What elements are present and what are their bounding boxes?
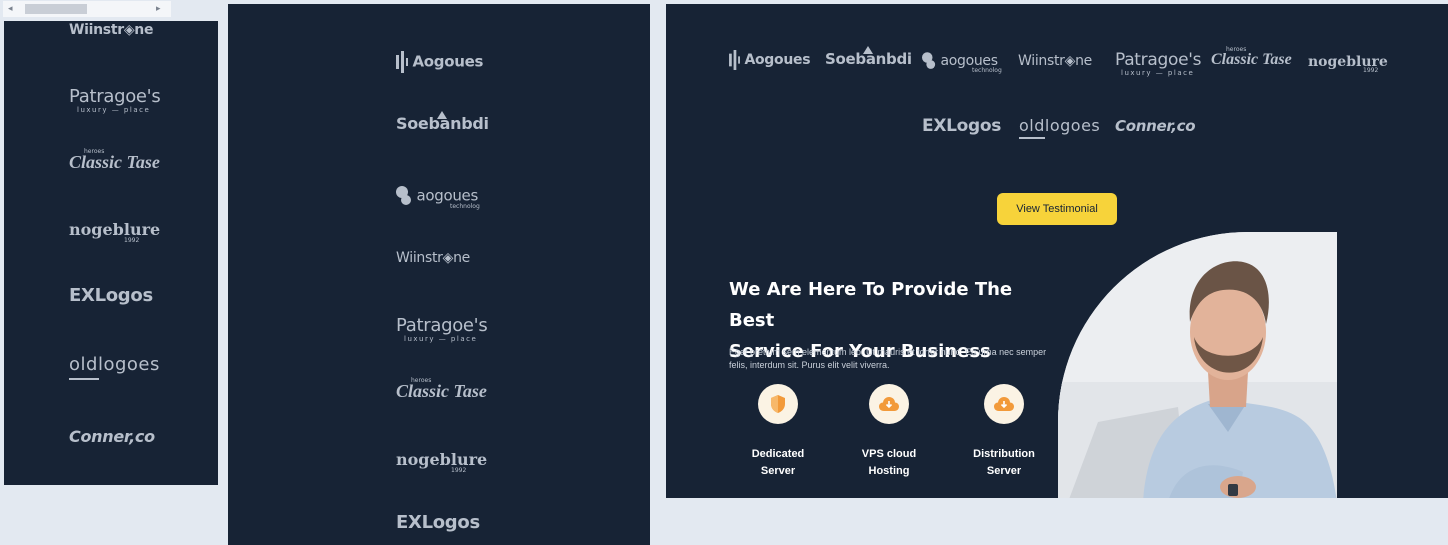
feature-vps-cloud-hosting: VPS cloud Hosting: [844, 384, 934, 480]
logo-column-medium: Aogoues Soebanbdi aogoues technolog Wiin…: [228, 4, 650, 545]
logo-oldlogoes: oldlogoes: [69, 356, 160, 380]
view-testimonial-button[interactable]: View Testimonial: [997, 193, 1117, 225]
logo-exlogos: EXLogos: [69, 285, 153, 306]
logo-aogoues-technolog: aogoues technolog: [396, 186, 480, 210]
logo-column-narrow: Wiinstr◈ne Patragoe's luxury — place her…: [4, 21, 218, 485]
scrollbar-thumb[interactable]: [25, 4, 87, 14]
bars-icon: [396, 51, 408, 73]
logo-exlogos: EXLogos: [396, 512, 480, 533]
logo-soebanbdi: Soebanbdi: [396, 111, 489, 133]
hero-photo: [1058, 232, 1337, 498]
logo-wiinstrone: Wiinstr◈ne: [396, 250, 470, 266]
cloud-download-icon: [869, 384, 909, 424]
logo-oldlogoes: oldlogoes: [1019, 118, 1100, 139]
logo-patragoes: Patragoe's luxury — place: [396, 315, 488, 343]
horizontal-scrollbar[interactable]: ◂ ▸: [3, 1, 171, 17]
dots-icon: [922, 52, 936, 69]
logo-wiinstrone: Wiinstr◈ne: [1018, 53, 1092, 69]
logo-patragoes: Patragoe's luxury — place: [69, 86, 161, 114]
scroll-right-arrow[interactable]: ▸: [156, 3, 161, 14]
feature-dedicated-server: Dedicated Server: [733, 384, 823, 480]
logo-nogeblure: nogeblure 1992: [69, 220, 161, 244]
logo-exlogos: EXLogos: [922, 116, 1002, 136]
logo-aogoues: Aogoues: [729, 50, 811, 70]
logo-classic-tase: heroes Classic Tase: [69, 148, 160, 172]
feature-distribution-server: Distribution Server: [959, 384, 1049, 480]
page-preview: Aogoues Soebanbdi aogoues technolog Wiin…: [666, 4, 1448, 498]
logo-classic-tase: heroes Classic Tase: [396, 377, 487, 401]
bars-icon: [729, 50, 740, 70]
logo-classic-tase: heroes Classic Tase: [1211, 46, 1292, 68]
dots-icon: [396, 186, 411, 205]
hero-paragraph: Eget pretium sem elementum leo. Ut mauri…: [729, 347, 1047, 370]
businessman-image: [1058, 232, 1337, 498]
logo-soebanbdi: Soebanbdi: [825, 46, 912, 68]
logo-conner: Conner,co: [69, 427, 155, 446]
shield-icon: [758, 384, 798, 424]
logo-aogoues: Aogoues: [396, 51, 483, 73]
logo-conner: Conner,co: [1115, 117, 1196, 135]
logo-nogeblure: nogeblure 1992: [1308, 54, 1388, 74]
scroll-left-arrow[interactable]: ◂: [8, 3, 13, 14]
logo-wiinstrone: Wiinstr◈ne: [69, 22, 154, 38]
logo-patragoes: Patragoe's luxury — place: [1115, 50, 1202, 77]
logo-aogoues-technolog: aogoues technolog: [922, 52, 1002, 74]
logo-nogeblure: nogeblure 1992: [396, 450, 488, 474]
cloud-download-icon: [984, 384, 1024, 424]
